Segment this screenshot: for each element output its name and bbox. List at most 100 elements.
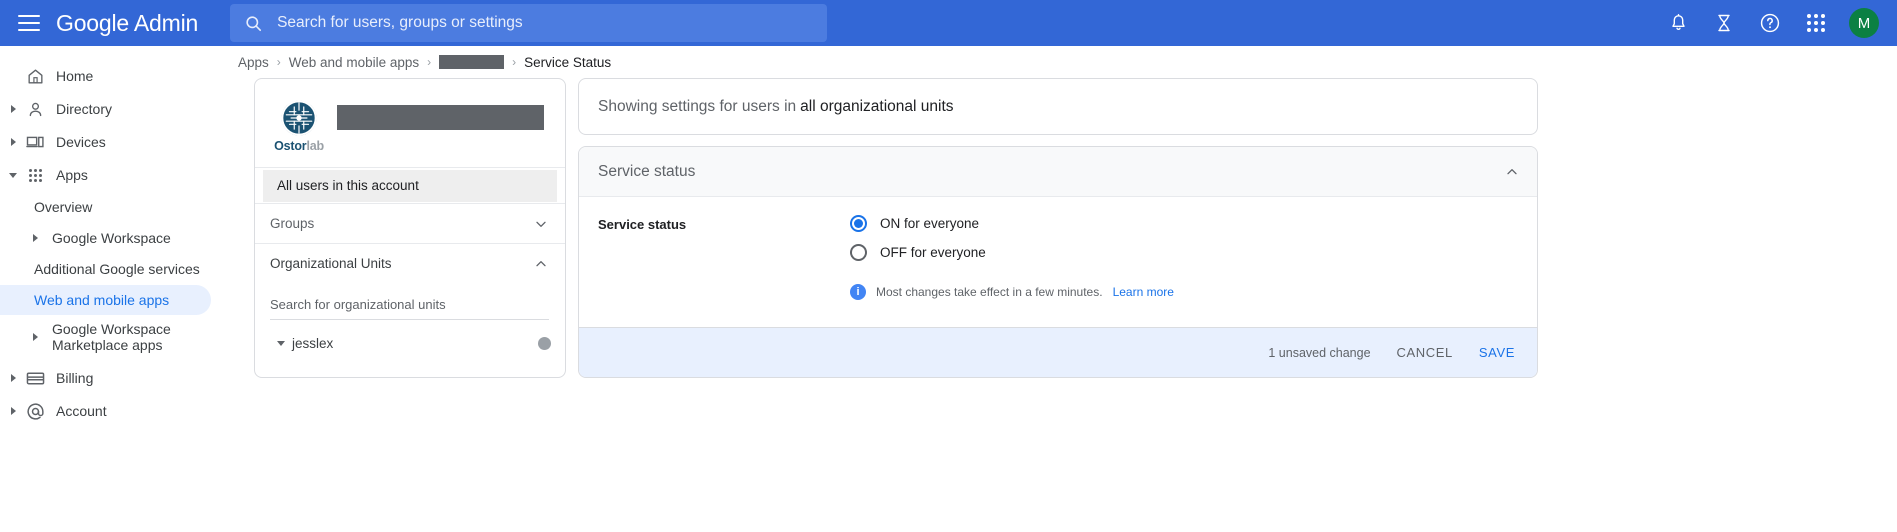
person-icon	[22, 100, 48, 119]
expand-arrow-icon[interactable]	[4, 407, 22, 415]
sidebar-item-overview[interactable]: Overview	[0, 192, 219, 222]
sidebar-item-label: Account	[56, 403, 107, 419]
radio-unselected-icon	[850, 244, 867, 261]
expand-arrow-icon[interactable]	[26, 234, 44, 242]
search-input[interactable]: Search for users, groups or settings	[230, 4, 827, 42]
breadcrumb: Apps › Web and mobile apps › › Service S…	[219, 46, 1897, 78]
sidebar-item-label: Web and mobile apps	[34, 292, 169, 308]
apps-grid-icon	[22, 169, 48, 182]
info-note: i Most changes take effect in a few minu…	[850, 284, 1174, 300]
sidebar-item-additional-google-services[interactable]: Additional Google services	[0, 254, 219, 284]
help-icon	[1759, 12, 1781, 34]
breadcrumb-separator: ›	[512, 55, 516, 69]
collapse-arrow-icon[interactable]	[4, 173, 22, 178]
sidebar-item-label: Home	[56, 68, 93, 84]
notifications-button[interactable]	[1655, 0, 1701, 46]
sidebar-item-google-workspace-marketplace-apps[interactable]: Google Workspace Marketplace apps	[0, 316, 219, 358]
cancel-button[interactable]: CANCEL	[1397, 345, 1453, 360]
chevron-down-icon	[533, 216, 549, 232]
app-brand-logo[interactable]: Google Admin	[56, 10, 198, 37]
ou-status-dot-icon	[538, 337, 551, 350]
sidebar-item-label: Devices	[56, 134, 106, 150]
breadcrumb-separator: ›	[277, 55, 281, 69]
sidebar-nav: Home Directory Devices Apps Ove	[0, 46, 219, 532]
radio-on-for-everyone[interactable]: ON for everyone	[850, 215, 1174, 232]
billing-icon	[22, 368, 48, 389]
breadcrumb-item-apps[interactable]: Apps	[238, 55, 269, 70]
search-placeholder: Search for users, groups or settings	[277, 14, 523, 32]
brand-admin-text: Admin	[134, 10, 198, 36]
learn-more-link[interactable]: Learn more	[1113, 285, 1174, 299]
logo-text-part1: Ostor	[274, 139, 306, 153]
radio-label: ON for everyone	[880, 216, 979, 231]
expand-arrow-icon[interactable]	[4, 374, 22, 382]
radio-selected-icon	[850, 215, 867, 232]
sidebar-item-label: Google Workspace	[52, 230, 171, 246]
sidebar-item-label: Directory	[56, 101, 112, 117]
sidebar-item-google-workspace[interactable]: Google Workspace	[0, 223, 219, 253]
service-status-body: Service status ON for everyone OFF for e…	[579, 197, 1537, 327]
logo-text-part2: lab	[306, 139, 323, 153]
avatar[interactable]: M	[1849, 8, 1879, 38]
help-button[interactable]	[1747, 0, 1793, 46]
sidebar-item-account[interactable]: Account	[0, 395, 219, 427]
save-footer: 1 unsaved change CANCEL SAVE	[579, 327, 1537, 377]
search-icon	[244, 14, 263, 33]
ou-tree-item-jesslex[interactable]: jesslex	[270, 326, 551, 360]
radio-label: OFF for everyone	[880, 245, 986, 260]
ou-collapse-arrow-icon[interactable]	[270, 341, 292, 346]
hamburger-menu-icon[interactable]	[18, 15, 40, 31]
bell-icon	[1668, 13, 1689, 34]
service-status-field-label: Service status	[598, 215, 850, 305]
app-name-redacted	[337, 105, 544, 130]
ou-search-input[interactable]: Search for organizational units	[270, 297, 549, 320]
sidebar-item-billing[interactable]: Billing	[0, 362, 219, 394]
top-app-bar: Google Admin Search for users, groups or…	[0, 0, 1897, 46]
showing-scope: all organizational units	[800, 98, 953, 116]
trial-status-button[interactable]	[1701, 0, 1747, 46]
account-at-icon	[22, 401, 48, 422]
panels-row: Ostorlab All users in this account Group…	[219, 78, 1897, 378]
radio-off-for-everyone[interactable]: OFF for everyone	[850, 244, 1174, 261]
apps-grid-icon	[1807, 14, 1825, 32]
service-status-card: Service status Service status ON for eve…	[578, 146, 1538, 378]
devices-icon	[22, 132, 48, 152]
settings-column: Showing settings for users in all organi…	[578, 78, 1538, 378]
showing-scope-banner: Showing settings for users in all organi…	[578, 78, 1538, 135]
service-status-card-header[interactable]: Service status	[579, 147, 1537, 197]
brand-google-text: Google	[56, 10, 129, 36]
ou-item-label: jesslex	[292, 336, 333, 351]
unsaved-changes-count: 1 unsaved change	[1268, 346, 1370, 360]
expand-arrow-icon[interactable]	[4, 105, 22, 113]
expand-arrow-icon[interactable]	[26, 333, 44, 341]
google-apps-button[interactable]	[1793, 0, 1839, 46]
sidebar-item-home[interactable]: Home	[0, 60, 219, 92]
content-area: Apps › Web and mobile apps › › Service S…	[219, 46, 1897, 532]
service-status-card-title: Service status	[598, 163, 695, 181]
sidebar-item-label: Billing	[56, 370, 93, 386]
sidebar-item-devices[interactable]: Devices	[0, 126, 219, 158]
organizational-units-section-header[interactable]: Organizational Units	[255, 243, 565, 283]
sidebar-item-apps[interactable]: Apps	[0, 159, 219, 191]
expand-arrow-icon[interactable]	[4, 138, 22, 146]
groups-section-header[interactable]: Groups	[255, 203, 565, 243]
breadcrumb-item-redacted-app[interactable]	[439, 55, 504, 69]
info-icon: i	[850, 284, 866, 300]
breadcrumb-item-service-status: Service Status	[524, 55, 611, 70]
sidebar-item-label: Apps	[56, 167, 88, 183]
groups-label: Groups	[270, 216, 314, 231]
info-note-text: Most changes take effect in a few minute…	[876, 285, 1103, 299]
breadcrumb-item-web-and-mobile-apps[interactable]: Web and mobile apps	[289, 55, 419, 70]
save-button[interactable]: SAVE	[1479, 345, 1515, 360]
service-status-options: ON for everyone OFF for everyone i Most …	[850, 215, 1174, 305]
sidebar-item-directory[interactable]: Directory	[0, 93, 219, 125]
chevron-up-icon[interactable]	[1504, 164, 1520, 180]
topbar-actions: M	[1655, 0, 1897, 46]
sidebar-item-label: Google Workspace Marketplace apps	[52, 321, 180, 353]
showing-prefix: Showing settings for users in	[598, 98, 796, 116]
sidebar-item-label: Additional Google services	[34, 261, 200, 277]
sidebar-item-web-and-mobile-apps[interactable]: Web and mobile apps	[0, 285, 211, 315]
breadcrumb-separator: ›	[427, 55, 431, 69]
scope-all-users-row[interactable]: All users in this account	[255, 167, 565, 203]
app-scope-card: Ostorlab All users in this account Group…	[254, 78, 566, 378]
